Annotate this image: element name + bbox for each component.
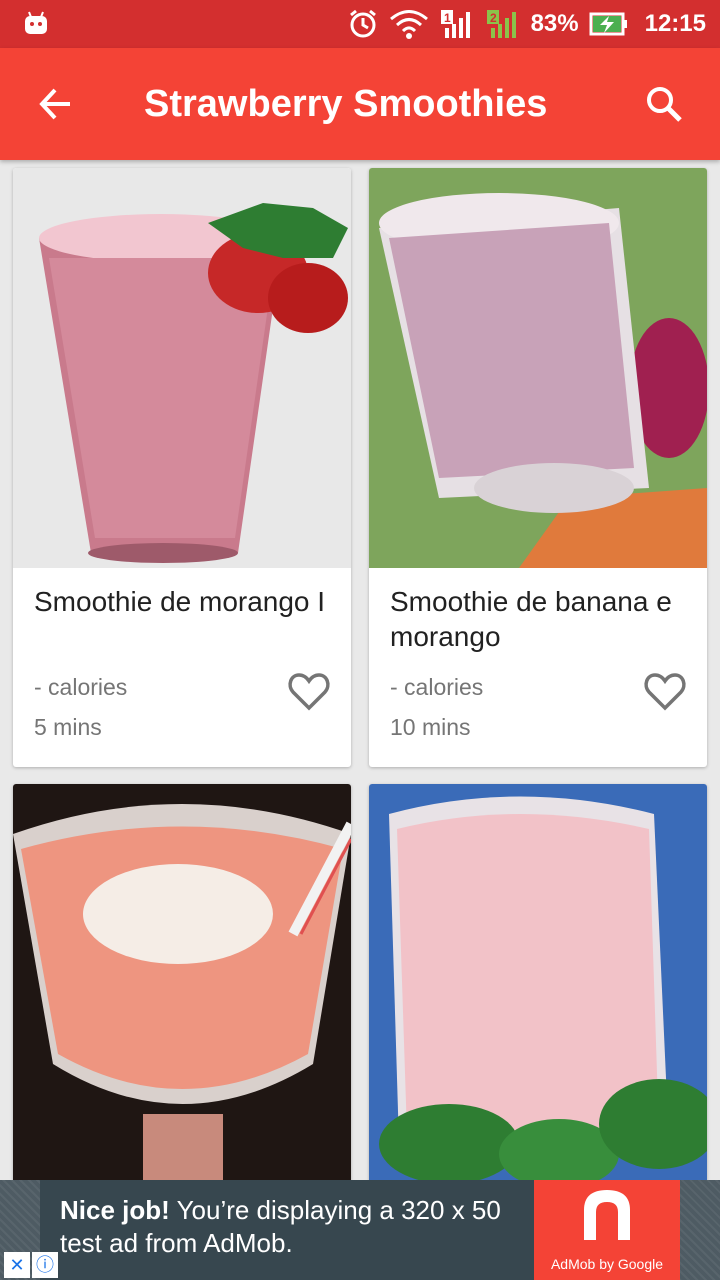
recipe-card[interactable] (369, 784, 707, 1204)
recipe-title: Smoothie de morango I (34, 586, 326, 617)
page-title: Strawberry Smoothies (144, 83, 548, 125)
heart-icon[interactable] (643, 670, 687, 714)
ad-text: Nice job! You’re displaying a 320 x 50 t… (60, 1194, 540, 1260)
search-button[interactable] (636, 76, 692, 132)
coconut-smoothie-photo (13, 784, 351, 1184)
close-icon[interactable]: ✕ (4, 1252, 30, 1278)
admob-icon (584, 1190, 630, 1240)
back-button[interactable] (28, 76, 84, 132)
banana-strawberry-smoothie-photo (369, 168, 707, 568)
search-icon (647, 87, 682, 122)
admob-logo: AdMob by Google (534, 1180, 680, 1280)
recipe-title: Smoothie de banana e morango (390, 586, 672, 652)
status-bar: 1 2 83% 12:15 (0, 0, 720, 48)
recipe-calories: - calories (34, 674, 128, 700)
ad-banner[interactable]: Nice job! You’re displaying a 320 x 50 t… (0, 1180, 720, 1280)
battery-charging-icon (589, 12, 627, 36)
android-icon (25, 11, 47, 34)
svg-text:1: 1 (444, 11, 451, 25)
wifi-icon (389, 10, 428, 39)
heart-icon[interactable] (287, 670, 331, 714)
recipe-card[interactable]: Smoothie de banana e morango - calories … (369, 168, 707, 767)
ad-controls: ✕ ⓘ (4, 1252, 58, 1278)
recipe-time: 5 mins (34, 714, 102, 740)
signal-sim2-icon: 2 (486, 10, 516, 38)
ad-logo-caption: AdMob by Google (550, 1256, 664, 1272)
recipe-calories: - calories (390, 674, 484, 700)
pink-smoothie-mint-photo (369, 784, 707, 1184)
recipe-time: 10 mins (390, 714, 471, 740)
alarm-icon (349, 9, 376, 38)
ad-content[interactable]: Nice job! You’re displaying a 320 x 50 t… (40, 1180, 680, 1280)
app-bar: Strawberry Smoothies (0, 48, 720, 160)
battery-percent: 83% (530, 10, 579, 37)
signal-sim1-icon: 1 (440, 10, 470, 38)
info-icon[interactable]: ⓘ (32, 1252, 58, 1278)
strawberry-smoothie-photo (13, 168, 351, 568)
ad-headline: Nice job! (60, 1195, 170, 1225)
arrow-back-icon (39, 88, 70, 120)
recipe-card[interactable] (13, 784, 351, 1204)
recipe-card[interactable]: Smoothie de morango I - calories 5 mins (13, 168, 351, 767)
clock: 12:15 (644, 10, 706, 37)
svg-text:2: 2 (490, 11, 497, 25)
